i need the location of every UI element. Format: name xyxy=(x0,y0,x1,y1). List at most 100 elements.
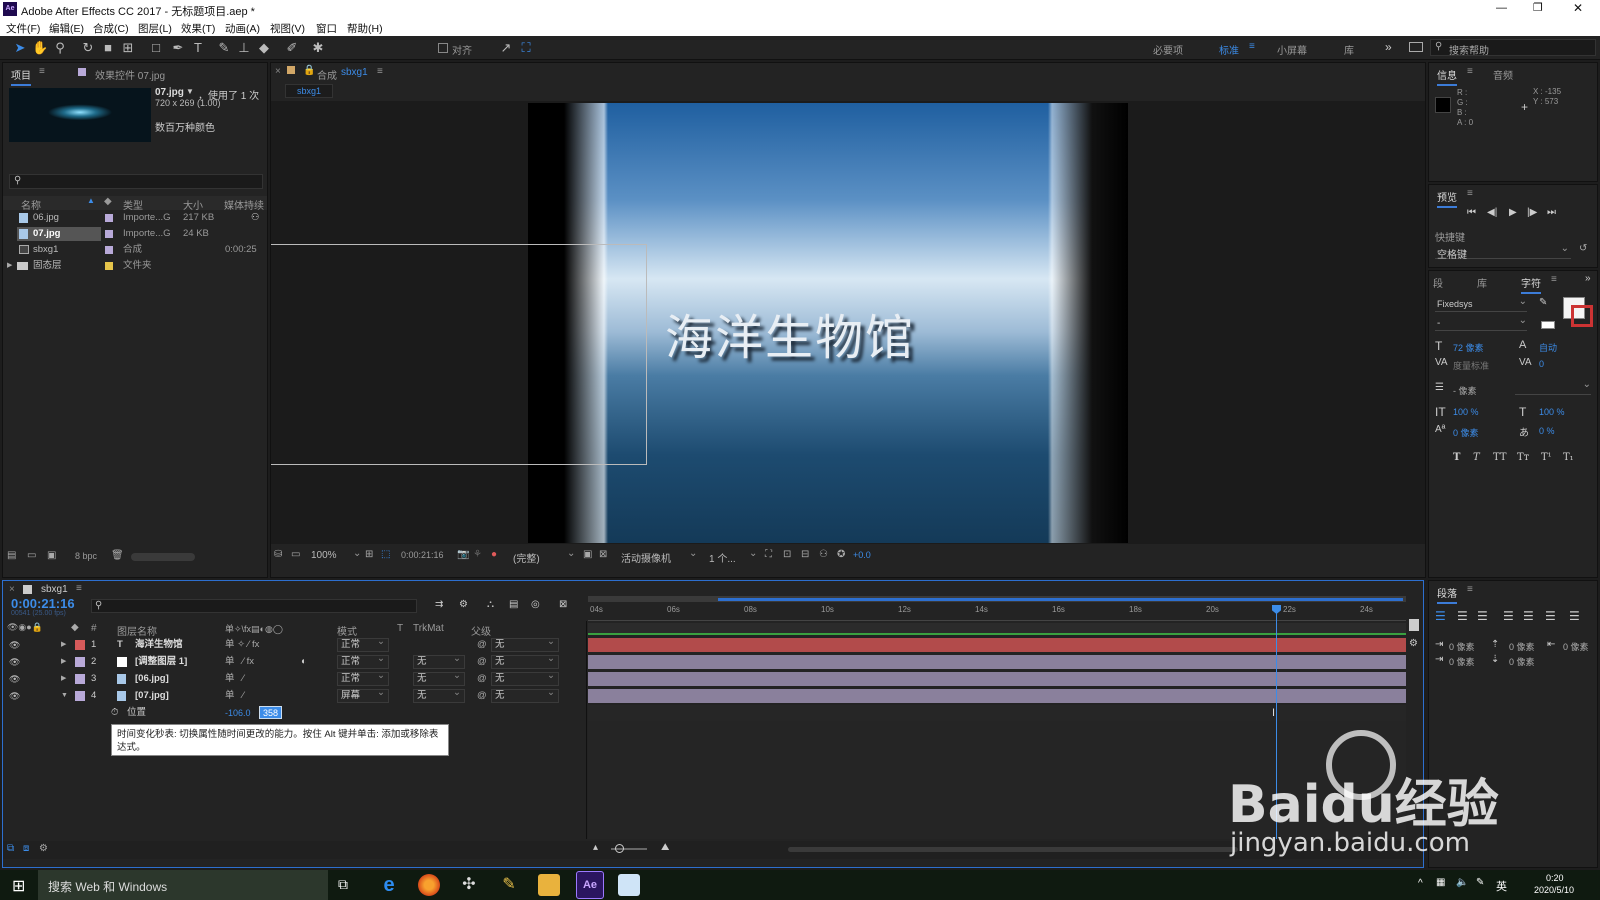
notepad-icon[interactable] xyxy=(618,874,640,896)
tray-arrow-icon[interactable]: ^ xyxy=(1418,878,1423,889)
pickwhip-icon[interactable]: @ xyxy=(477,654,487,670)
label-column-icon[interactable]: ◆ xyxy=(104,196,112,207)
current-time[interactable]: 0:00:21:16 xyxy=(401,550,444,560)
region-icon[interactable]: ▭ xyxy=(291,549,300,560)
trkmat-dropdown[interactable]: 无 xyxy=(413,670,465,686)
tracking-value[interactable]: 0 xyxy=(1539,359,1544,369)
after-effects-icon[interactable]: Ae xyxy=(576,871,604,899)
layer-bar[interactable] xyxy=(588,689,1406,703)
layer-bar[interactable] xyxy=(588,672,1406,686)
tab-library[interactable]: 库 xyxy=(1477,275,1487,290)
stroke-width-value[interactable]: - 像素 xyxy=(1453,384,1477,397)
menu-animation[interactable]: 动画(A) xyxy=(225,21,260,36)
tsume-value[interactable]: 0 % xyxy=(1539,426,1555,436)
zoom-in-icon[interactable]: ⛰ xyxy=(661,842,669,853)
indent-right-value[interactable]: 0 像素 xyxy=(1563,640,1589,653)
zoom-tool-icon[interactable]: ⚲ xyxy=(52,40,68,56)
new-comp-icon[interactable]: ▣ xyxy=(47,550,56,561)
panel-menu-icon[interactable]: ≡ xyxy=(1467,188,1473,199)
switches-icon[interactable]: 单 ⁄ fx xyxy=(225,654,254,670)
reset-icon[interactable]: ↺ xyxy=(1579,243,1587,254)
new-folder-icon[interactable]: ▭ xyxy=(27,550,36,561)
parent-dropdown[interactable]: 无 xyxy=(491,653,559,669)
layer-name[interactable]: 海洋生物馆 xyxy=(135,637,183,653)
zoom-value[interactable]: 100% xyxy=(311,550,337,561)
comp-viewport[interactable]: 海洋生物馆 xyxy=(271,101,1425,544)
zoom-dropdown-icon[interactable]: ⌄ xyxy=(353,548,361,559)
faux-italic-button[interactable]: T xyxy=(1473,452,1480,463)
visibility-eye-icon[interactable]: 👁 xyxy=(9,637,20,653)
trash-icon[interactable]: 🗑 xyxy=(111,550,124,561)
task-view-icon[interactable]: ⧉ xyxy=(338,876,348,893)
trkmat-dropdown[interactable]: 无 xyxy=(413,687,465,703)
tab-project[interactable]: 项目 xyxy=(11,67,31,86)
shortcut-dropdown[interactable]: 空格键 ⌄ xyxy=(1435,243,1571,261)
edge-browser-icon[interactable]: e xyxy=(378,874,400,896)
layer-label-swatch[interactable] xyxy=(75,691,85,701)
panel-menu-icon[interactable]: ≡ xyxy=(1467,584,1473,595)
close-tab-icon[interactable]: × xyxy=(275,66,281,77)
clock-date[interactable]: 2020/5/10 xyxy=(1534,885,1574,895)
justify-all-button[interactable]: ☰ xyxy=(1569,609,1580,623)
font-size-value[interactable]: 72 像素 xyxy=(1453,341,1484,354)
layer-label-swatch[interactable] xyxy=(75,640,85,650)
column-mode[interactable]: 模式 xyxy=(337,623,357,638)
parent-dropdown[interactable]: 无 xyxy=(491,636,559,652)
channel-icon[interactable]: ● xyxy=(491,549,497,560)
timeline-options-icon[interactable]: ⚙ xyxy=(39,843,48,854)
preview-dropdown-icon[interactable]: ▼ xyxy=(186,87,194,96)
network-icon[interactable]: ▦ xyxy=(1436,877,1445,888)
tab-info[interactable]: 信息 xyxy=(1437,67,1457,86)
hand-tool-icon[interactable]: ✋ xyxy=(32,40,48,56)
all-caps-button[interactable]: TT xyxy=(1493,452,1507,463)
menu-effect[interactable]: 效果(T) xyxy=(181,21,215,36)
snap-icon[interactable]: ↗ xyxy=(498,40,514,56)
tab-lock-icon[interactable]: 🔒 xyxy=(303,65,315,76)
volume-icon[interactable]: 🔈 xyxy=(1456,877,1468,888)
camera-dropdown[interactable]: 活动摄像机 xyxy=(621,550,671,565)
resolution-arrow-icon[interactable]: ⌄ xyxy=(567,548,575,559)
layer-bar[interactable] xyxy=(588,655,1406,669)
collapse-arrow-icon[interactable]: ▼ xyxy=(61,688,68,704)
time-ruler[interactable]: 04s 06s 08s 10s 12s 14s 16s 18s 20s 22s … xyxy=(588,603,1406,621)
panel-menu-icon[interactable]: ≡ xyxy=(76,583,82,594)
eraser-tool-icon[interactable]: ◆ xyxy=(256,40,272,56)
rectangle-tool-icon[interactable]: □ xyxy=(148,40,164,56)
justify-left-button[interactable]: ☰ xyxy=(1503,609,1514,623)
layer-name[interactable]: [调整图层 1] xyxy=(135,654,187,670)
workspace-small-screen[interactable]: 小屏幕 xyxy=(1277,42,1307,57)
region-of-interest-icon[interactable]: ▣ xyxy=(583,549,592,560)
workspace-standard[interactable]: 标准 xyxy=(1219,42,1239,57)
space-after-value[interactable]: 0 像素 xyxy=(1509,655,1535,668)
reset-exposure-icon[interactable]: ✪ xyxy=(837,549,845,560)
parent-dropdown[interactable]: 无 xyxy=(491,687,559,703)
expand-arrow-icon[interactable]: ▶ xyxy=(61,637,66,653)
input-method-icon[interactable]: ✎ xyxy=(1476,877,1484,888)
swap-colors-icon[interactable] xyxy=(1541,321,1555,329)
always-preview-icon[interactable]: ⛁ xyxy=(274,549,282,560)
clone-stamp-tool-icon[interactable]: ⊥ xyxy=(236,40,252,56)
last-frame-icon[interactable]: ⏭ xyxy=(1547,207,1556,218)
indent-left-value[interactable]: 0 像素 xyxy=(1449,640,1475,653)
position-x-value[interactable]: -106.0 xyxy=(225,705,251,721)
motion-blur-icon[interactable]: ◎ xyxy=(531,599,540,610)
first-frame-icon[interactable]: ⏮ xyxy=(1467,207,1476,218)
search-help-box[interactable]: ⚲ 搜索帮助 xyxy=(1430,39,1596,57)
pen-tool-icon[interactable]: ✒ xyxy=(170,40,186,56)
ime-indicator[interactable]: 英 xyxy=(1496,878,1507,894)
justify-center-button[interactable]: ☰ xyxy=(1523,609,1534,623)
layer-row[interactable]: 👁 ▶ 2 [调整图层 1] 单 ⁄ fx ◐ 正常 无 @ 无 xyxy=(3,653,586,670)
vertical-scale-value[interactable]: 100 % xyxy=(1453,407,1479,417)
panel-menu-icon[interactable]: ≡ xyxy=(1551,274,1557,285)
trkmat-dropdown[interactable]: 无 xyxy=(413,653,465,669)
menu-view[interactable]: 视图(V) xyxy=(270,21,305,36)
column-parent[interactable]: 父级 xyxy=(471,623,491,638)
layer-name[interactable]: [06.jpg] xyxy=(135,671,169,687)
views-dropdown[interactable]: 1 个... xyxy=(709,550,736,565)
small-caps-button[interactable]: Tт xyxy=(1517,452,1529,463)
mode-dropdown[interactable]: 正常 xyxy=(337,636,389,652)
expand-arrow-icon[interactable]: ▶ xyxy=(61,671,66,687)
pickwhip-icon[interactable]: @ xyxy=(477,671,487,687)
workspace-menu-icon[interactable]: ≡ xyxy=(1249,41,1255,52)
timeline-timecode[interactable]: 0:00:21:16 xyxy=(11,596,75,611)
